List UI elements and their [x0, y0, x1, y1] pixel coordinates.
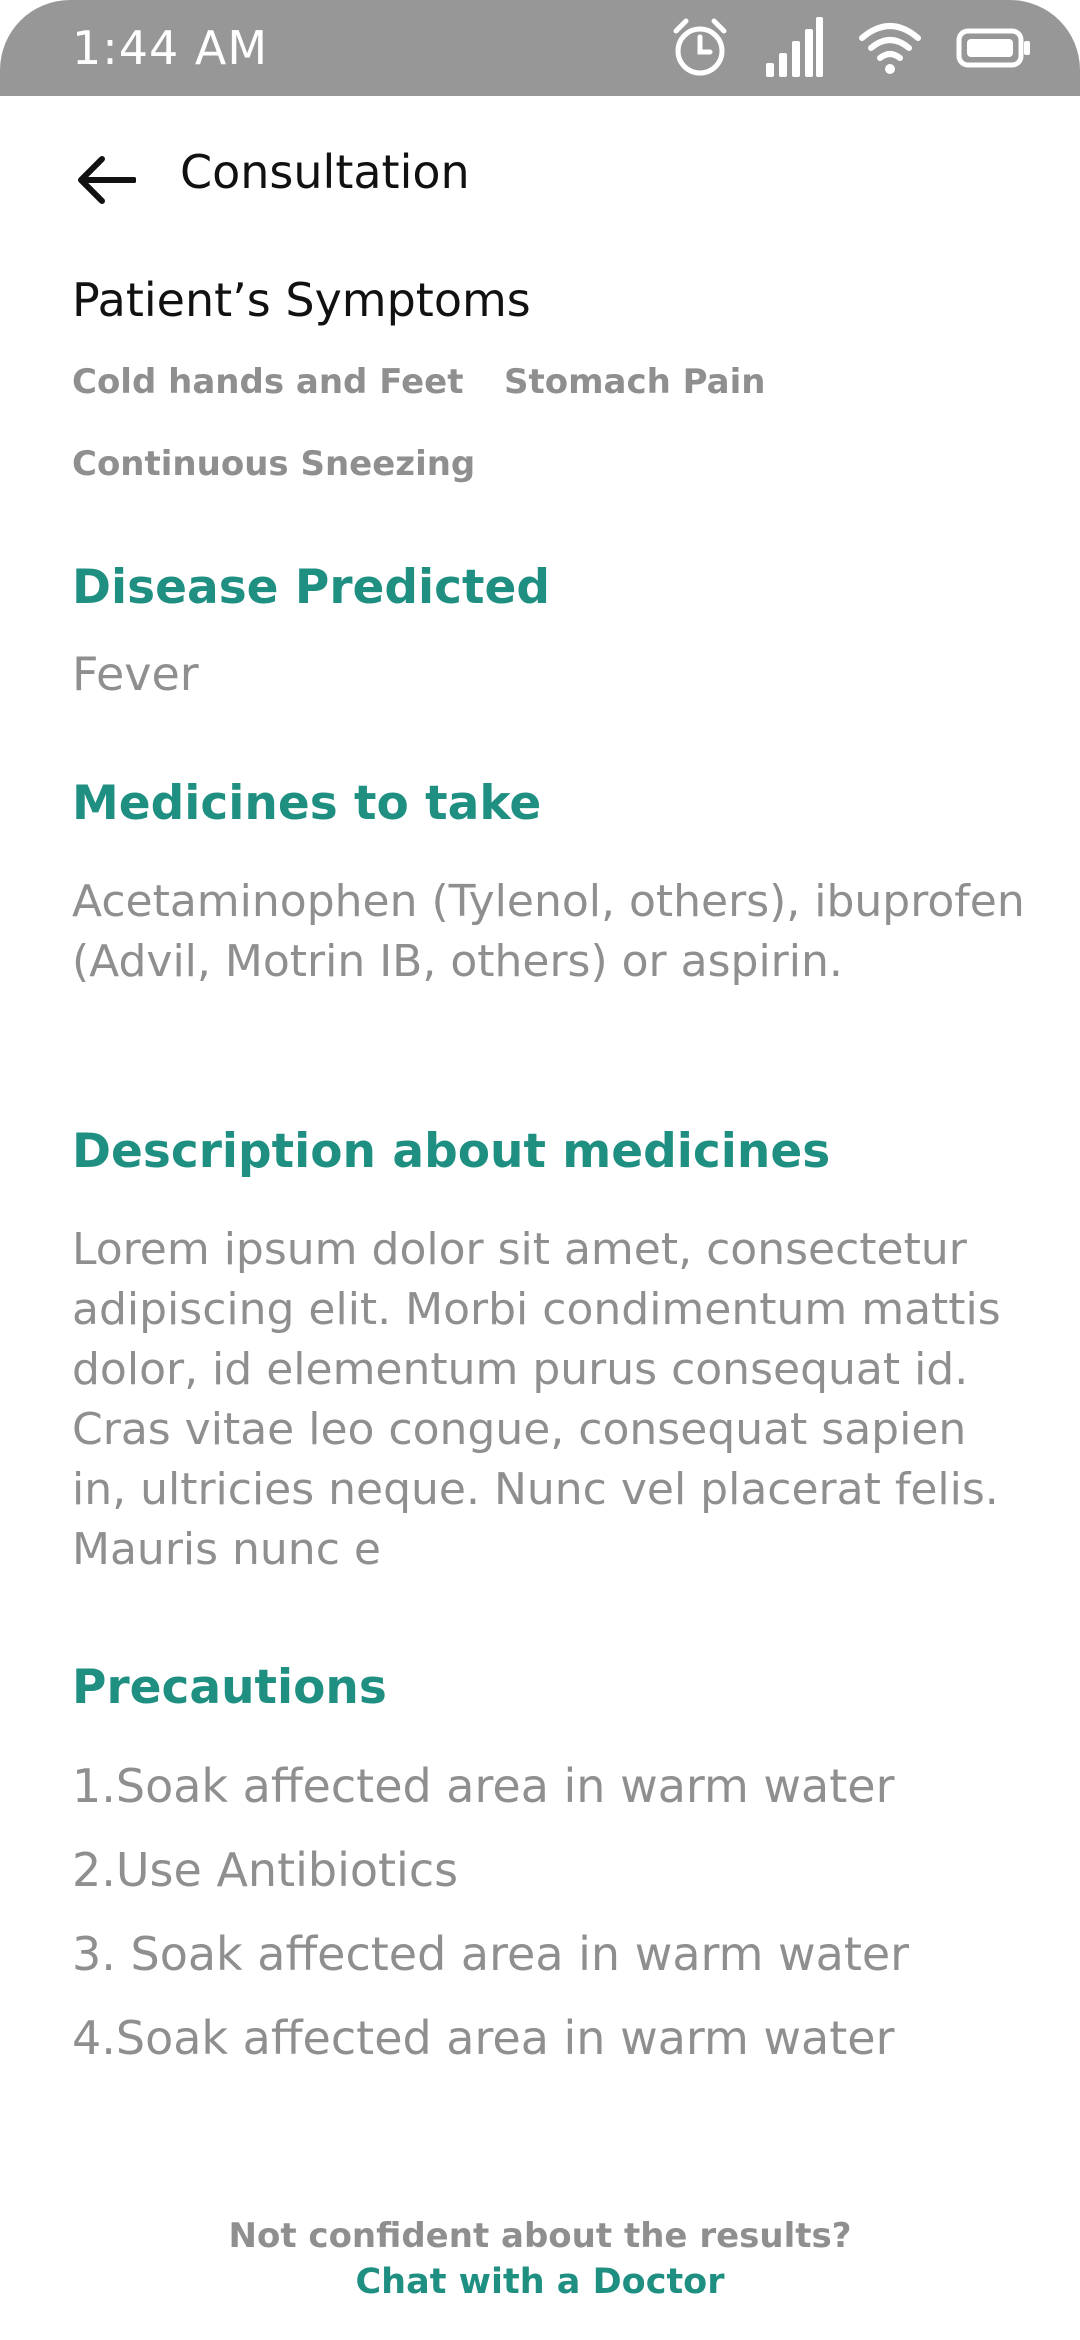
- alarm-icon: [670, 17, 730, 79]
- precautions-title: Precautions: [72, 1660, 387, 1715]
- status-icons: [670, 16, 1032, 80]
- page-title: Consultation: [180, 145, 470, 199]
- back-button[interactable]: [72, 148, 140, 216]
- phone-screen: 1:44 AM Consultation Patient’s Symptoms …: [0, 0, 1080, 2340]
- status-time: 1:44 AM: [72, 21, 269, 75]
- precaution-item: 2.Use Antibiotics: [72, 1843, 459, 1897]
- signal-icon: [764, 17, 824, 79]
- app-header: Consultation: [0, 96, 1080, 256]
- precaution-item: 4.Soak affected area in warm water: [72, 2011, 895, 2065]
- footer: Not confident about the results? Chat wi…: [0, 2214, 1080, 2306]
- medicines-title: Medicines to take: [72, 776, 542, 831]
- precaution-item: 3. Soak affected area in warm water: [72, 1927, 910, 1981]
- symptom-chip: Continuous Sneezing: [72, 444, 476, 484]
- battery-icon: [956, 28, 1032, 68]
- precaution-item: 1.Soak affected area in warm water: [72, 1759, 895, 1813]
- wifi-icon: [858, 20, 922, 76]
- disease-predicted-value: Fever: [72, 647, 199, 701]
- arrow-left-icon: [76, 155, 137, 209]
- status-bar: 1:44 AM: [0, 0, 1080, 96]
- symptoms-title: Patient’s Symptoms: [72, 273, 531, 327]
- footer-question: Not confident about the results?: [228, 2216, 852, 2256]
- disease-predicted-title: Disease Predicted: [72, 560, 551, 615]
- medicines-value: Acetaminophen (Tylenol, others), ibuprof…: [72, 876, 1025, 987]
- description-title: Description about medicines: [72, 1124, 831, 1179]
- symptom-chip: Stomach Pain: [504, 362, 766, 402]
- chat-with-doctor-link[interactable]: Chat with a Doctor: [0, 2258, 1080, 2306]
- description-value: Lorem ipsum dolor sit amet, consectetur …: [72, 1224, 1001, 1575]
- symptom-chip: Cold hands and Feet: [72, 362, 464, 402]
